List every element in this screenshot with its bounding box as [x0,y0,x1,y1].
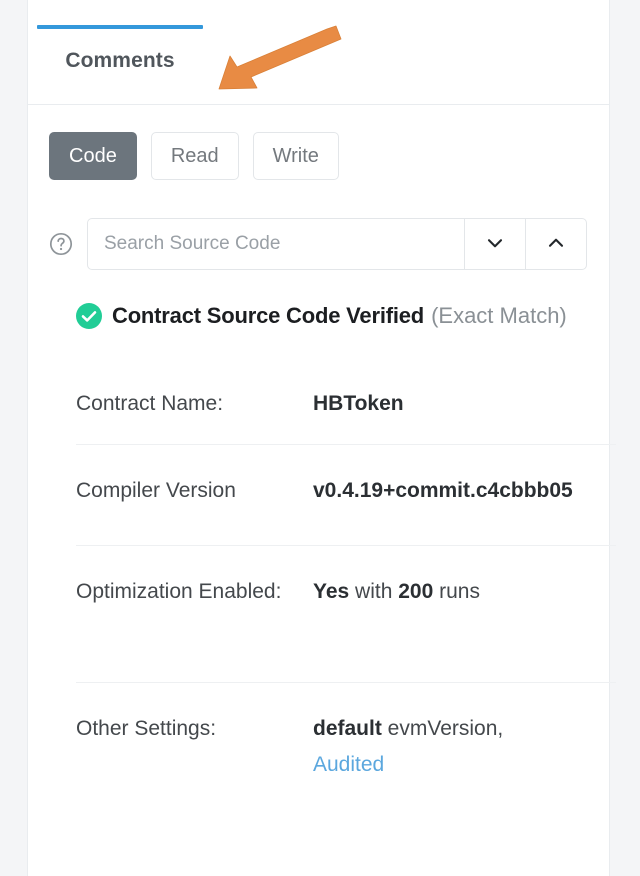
search-input-group [87,218,587,270]
detail-value-other-settings: default evmVersion, Audited [313,711,616,783]
content-card: Comments Code Read Write Search Source C… [27,0,616,876]
optimization-enabled-value: Yes [313,580,350,603]
chevron-down-icon [484,232,506,257]
verified-match-type: (Exact Match) [431,303,567,328]
page-root: Comments Code Read Write Search Source C… [0,0,640,876]
code-button[interactable]: Code [49,132,137,180]
search-source-code-input[interactable] [87,218,465,270]
optimization-connector: with [349,580,399,603]
contract-details-list: Contract Name: HBToken Compiler Version … [76,370,616,776]
detail-value-contract-name: HBToken [313,386,616,422]
detail-label-other-settings: Other Settings: [76,717,217,740]
read-button[interactable]: Read [150,132,239,180]
check-circle-icon [76,303,102,329]
search-next-button[interactable] [465,218,526,270]
source-search-row [49,218,587,270]
optimization-runs-suffix: runs [433,580,480,603]
verified-title: Contract Source Code Verified [112,303,425,328]
optimization-runs-value: 200 [398,580,434,603]
write-button[interactable]: Write [252,132,339,180]
evm-version-suffix: evmVersion, [381,717,504,740]
detail-label-compiler-version: Compiler Version [76,479,236,502]
detail-row-contract-name: Contract Name: HBToken [76,370,616,444]
view-mode-button-group: Code Read Write [49,132,339,180]
evm-version-value: default [313,717,382,740]
detail-label-optimization: Optimization Enabled: [76,580,282,603]
detail-label-contract-name: Contract Name: [76,392,224,415]
tab-comments[interactable]: Comments [37,25,203,75]
detail-row-compiler-version: Compiler Version v0.4.19+commit.c4cbbb05 [76,444,616,545]
search-prev-button[interactable] [526,218,587,270]
chevron-up-icon [545,232,567,257]
detail-value-optimization: Yes with 200 runs [313,574,616,610]
tab-comments-label: Comments [65,49,175,72]
detail-row-optimization: Optimization Enabled: Yes with 200 runs [76,545,616,682]
audited-link[interactable]: Audited [313,753,384,776]
verification-banner: Contract Source Code Verified (Exact Mat… [76,303,567,329]
tab-strip: Comments [28,0,609,105]
detail-row-other-settings: Other Settings: default evmVersion, Audi… [76,682,616,776]
detail-value-compiler-version: v0.4.19+commit.c4cbbb05 [313,473,616,509]
compiler-version-value: v0.4.19+commit.c4cbbb05 [313,479,573,502]
question-circle-icon[interactable] [49,232,73,256]
contract-name-value: HBToken [313,392,404,415]
